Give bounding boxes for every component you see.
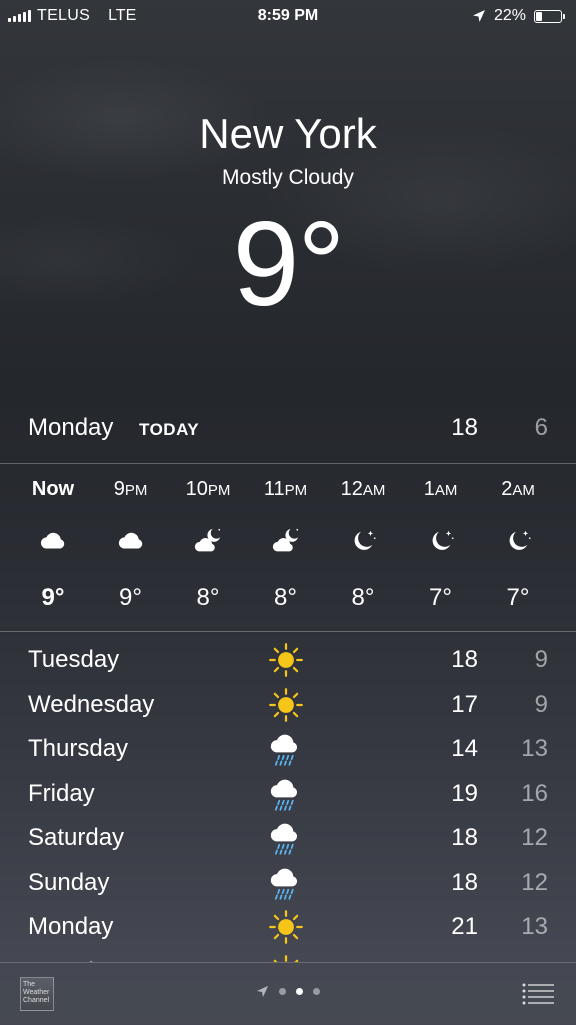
daily-row: Thursday 14 13 [0,731,576,767]
divider [0,631,576,632]
moon-stars-icon [503,526,533,556]
daily-row: Friday 19 16 [0,776,576,812]
daily-day: Wednesday [28,691,154,719]
daily-row: Saturday 18 12 [0,820,576,856]
hourly-temp: 8° [247,584,325,612]
daily-day: Sunday [28,869,109,897]
bottom-toolbar: TheWeatherChannel [0,962,576,1025]
hourly-time: 9PM [92,478,170,501]
rain-cloud-icon [268,731,304,767]
city-list-icon[interactable] [522,983,554,1005]
daily-day: Monday [28,913,113,941]
rain-cloud-icon [268,776,304,812]
page-dot[interactable] [296,988,303,995]
logo-text: Channel [23,997,51,1005]
daily-low: 12 [521,824,548,852]
partly-cloudy-night-icon [193,526,223,556]
daily-high: 18 [451,646,478,674]
daily-low: 13 [521,913,548,941]
sun-icon [268,954,304,963]
current-temperature: 9° [0,204,576,324]
hourly-temp: 8° [169,584,247,612]
city-name: New York [0,110,576,158]
daily-low: 16 [521,780,548,808]
cloud-icon [116,526,146,556]
daily-day: Friday [28,780,95,808]
daily-low: 9 [535,646,548,674]
daily-high: 19 [451,780,478,808]
daily-day: Saturday [28,824,124,852]
daily-row: Monday 21 13 [0,909,576,945]
current-condition: Mostly Cloudy [0,166,576,190]
page-indicator[interactable] [0,985,576,998]
daily-high: 18 [451,824,478,852]
hourly-time: 3 [557,478,576,501]
daily-low: 12 [521,869,548,897]
hourly-forecast[interactable]: Now 9° 9PM 9° 10PM 8° 11PM 8° 12AM 8° 1AM 7° 2AM 7° 3 [0,464,576,632]
page-dot[interactable] [313,988,320,995]
rain-cloud-icon [268,820,304,856]
sun-icon [268,642,304,678]
today-high: 18 [451,414,478,442]
status-bar: TELUS LTE 8:59 PM 22% [0,0,576,34]
location-arrow-icon [256,985,269,998]
partly-cloudy-night-icon [271,526,301,556]
sun-icon [268,687,304,723]
daily-high: 14 [451,735,478,763]
daily-day: Thursday [28,735,128,763]
daily-row: Tuesday2113 [0,954,576,963]
hourly-time: 10PM [169,478,247,501]
location-arrow-icon [472,9,486,23]
today-tag: TODAY [139,420,199,440]
hourly-time: 2AM [479,478,557,501]
hourly-time: 12AM [324,478,402,501]
today-low: 6 [535,414,548,442]
moon-stars-icon [348,526,378,556]
battery-percent: 22% [494,7,526,25]
page-dot[interactable] [279,988,286,995]
hourly-temp: 8° [324,584,402,612]
daily-forecast[interactable]: Tuesday 18 9 Wednesday 17 9 Thursday 14 13 Friday… [0,640,576,962]
cloud-icon [38,526,68,556]
battery-icon [534,10,562,23]
daily-day: Tuesday [28,646,119,674]
hourly-temp: 9° [14,584,92,612]
hourly-time: Now [14,478,92,501]
today-summary-row: Monday TODAY 18 6 [0,414,576,448]
hourly-temp: 7° [402,584,480,612]
hourly-temp: 7° [479,584,557,612]
hourly-time: 1AM [402,478,480,501]
daily-row: Tuesday 18 9 [0,642,576,678]
daily-high: 21 [451,913,478,941]
moon-stars-icon [426,526,456,556]
hourly-temp: 9° [92,584,170,612]
daily-low: 9 [535,691,548,719]
sun-icon [268,909,304,945]
daily-row: Sunday 18 12 [0,865,576,901]
rain-cloud-icon [268,865,304,901]
daily-row: Wednesday 17 9 [0,687,576,723]
daily-high: 18 [451,869,478,897]
today-day: Monday [28,414,113,442]
hourly-time: 11PM [247,478,325,501]
daily-low: 13 [521,735,548,763]
daily-high: 17 [451,691,478,719]
